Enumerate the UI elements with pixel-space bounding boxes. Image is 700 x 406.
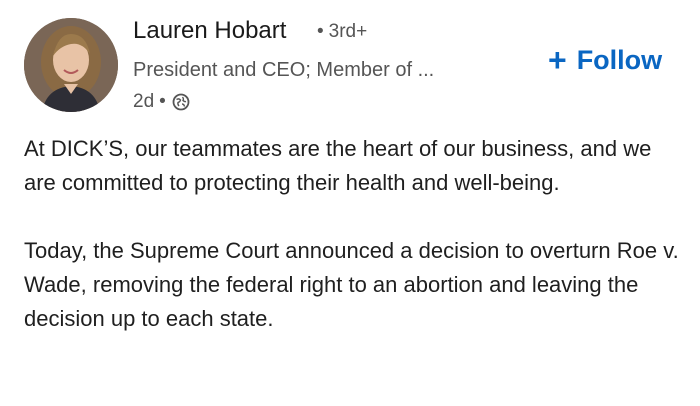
author-headline: President and CEO; Member of ...	[133, 59, 435, 81]
post-timestamp: 2d •	[133, 88, 190, 116]
post-body: At DICK’S, our teammates are the heart o…	[24, 132, 684, 370]
avatar-photo-icon	[24, 18, 118, 112]
separator-dot: •	[159, 91, 166, 112]
degree-label: 3rd+	[328, 21, 368, 42]
post-header: Lauren Hobart • 3rd+ President and CEO; M…	[0, 0, 700, 125]
connection-degree: • 3rd+	[312, 18, 367, 46]
author-name[interactable]: Lauren Hobart	[133, 16, 286, 46]
post-paragraph: At DICK’S, our teammates are the heart o…	[24, 136, 652, 195]
globe-icon	[172, 93, 190, 111]
post-age: 2d	[133, 91, 155, 112]
follow-label: Follow	[576, 44, 663, 75]
separator-dot: •	[317, 21, 324, 42]
post-paragraph: Today, the Supreme Court announced a dec…	[24, 238, 679, 331]
plus-icon: +	[548, 42, 567, 78]
avatar[interactable]	[24, 18, 118, 112]
follow-button[interactable]: + Follow	[548, 42, 662, 78]
